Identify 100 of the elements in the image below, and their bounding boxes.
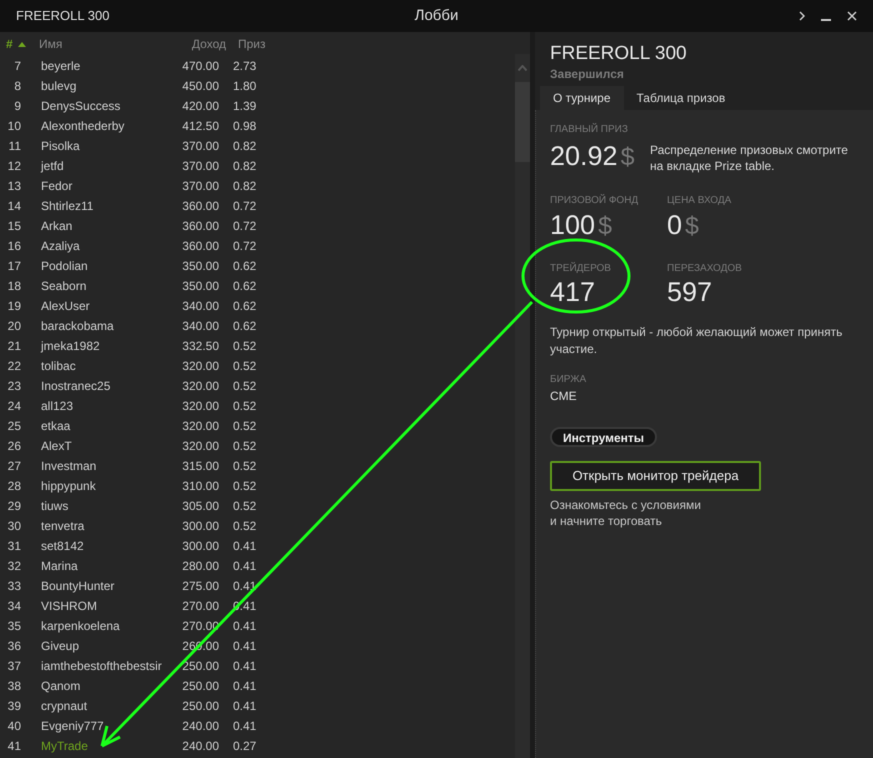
name-cell-text: Shtirlez11 [40, 198, 94, 215]
income-cell-text: 412.50 [181, 118, 219, 135]
scrollbar[interactable] [515, 54, 530, 758]
instruments-button[interactable]: Инструменты [550, 427, 658, 447]
rank-cell-text: 29 [6, 498, 21, 515]
income-cell-text: 360.00 [181, 218, 219, 235]
prize-cell-text: 0.52 [232, 458, 256, 475]
income-cell-text: 300.00 [181, 518, 219, 535]
name-cell-text: Podolian [40, 258, 89, 275]
income-cell-text: 320.00 [181, 418, 219, 435]
exchange-value: CME [550, 388, 578, 405]
prize-cell-text: 0.52 [232, 478, 256, 495]
income-cell-text: 360.00 [181, 198, 219, 215]
name-cell-text: tolibac [40, 358, 77, 375]
prize-cell-text: 0.62 [232, 318, 256, 335]
prize-cell-text: 0.72 [232, 218, 256, 235]
field-label: БИРЖА [550, 373, 588, 387]
prize-cell-text: 1.80 [232, 78, 256, 95]
column-header[interactable]: # [6, 35, 13, 53]
tab[interactable]: Таблица призов [624, 86, 738, 110]
name-cell-text: karpenkoelena [40, 618, 121, 635]
name-cell-text: Alexonthederby [40, 118, 126, 135]
field-label: ГЛАВНЫЙ ПРИЗ [550, 122, 629, 137]
income-cell-text: 305.00 [181, 498, 219, 515]
rank-cell-text: 12 [6, 158, 21, 175]
income-cell-text: 370.00 [181, 158, 219, 175]
name-cell-text: bulevg [40, 78, 78, 95]
prize-cell-text: 0.82 [232, 138, 256, 155]
name-cell-text: Inostranec25 [40, 378, 112, 395]
chevron-right-icon[interactable] [799, 11, 805, 21]
rank-cell-text: 17 [6, 258, 21, 275]
name-cell-text: set8142 [40, 538, 85, 555]
income-cell-text: 270.00 [181, 598, 219, 615]
scrollbar-thumb[interactable] [515, 82, 530, 162]
rank-cell-text: 22 [6, 358, 21, 375]
name-cell-text: Giveup [40, 638, 80, 655]
income-cell-text: 470.00 [181, 58, 219, 75]
sort-up-icon [18, 42, 26, 46]
income-cell-text: 320.00 [181, 438, 219, 455]
rank-cell-text: 14 [6, 198, 21, 215]
rank-cell-text: 18 [6, 278, 21, 295]
income-cell-text: 275.00 [181, 578, 219, 595]
name-cell-text: jetfd [40, 158, 65, 175]
income-cell-text: 340.00 [181, 318, 219, 335]
rank-cell-text: 20 [6, 318, 21, 335]
rank-cell-text: 33 [6, 578, 21, 595]
income-cell-text: 240.00 [181, 718, 219, 735]
income-cell-text: 332.50 [181, 338, 219, 355]
income-cell-text: 320.00 [181, 398, 219, 415]
name-cell-text: Evgeniy777 [40, 718, 105, 735]
name-cell-text: Pisolka [40, 138, 81, 155]
name-cell-text: iamthebestofthebestsir [40, 658, 163, 675]
rank-cell-text: 31 [6, 538, 21, 555]
name-cell-text: AlexT [40, 438, 73, 455]
rank-cell-text: 37 [6, 658, 21, 675]
tab[interactable]: О турнире [540, 86, 624, 110]
name-cell-text: crypnaut [40, 698, 88, 715]
prize-cell-text: 0.62 [232, 298, 256, 315]
stat-value: 417 [550, 276, 596, 308]
stat-value: 100 [550, 208, 596, 240]
prize-cell-text: 0.41 [232, 618, 256, 635]
income-cell-text: 320.00 [181, 358, 219, 375]
rank-cell-text: 28 [6, 478, 21, 495]
stat-value: 0 [667, 208, 682, 240]
name-cell-text: hippypunk [40, 478, 97, 495]
income-cell-text: 240.00 [181, 738, 219, 755]
rank-cell-text: 9 [13, 98, 21, 115]
close-icon[interactable] [847, 11, 857, 21]
name-cell-text: Seaborn [40, 278, 88, 295]
name-cell-text: all123 [40, 398, 74, 415]
income-cell-text: 310.00 [181, 478, 219, 495]
name-cell-text: MyTrade [40, 738, 89, 755]
income-cell-text: 360.00 [181, 238, 219, 255]
rank-cell-text: 35 [6, 618, 21, 635]
prize-cell-text: 0.41 [232, 718, 256, 735]
column-header[interactable]: Приз [238, 35, 266, 53]
window-heading: Лобби [414, 6, 458, 26]
rank-cell-text: 41 [6, 738, 21, 755]
hint-text: и начните торговать [550, 513, 663, 529]
name-cell-text: AlexUser [40, 298, 91, 315]
column-header[interactable]: Имя [39, 35, 62, 53]
income-cell-text: 320.00 [181, 378, 219, 395]
income-cell-text: 420.00 [181, 98, 219, 115]
income-cell-text: 250.00 [181, 698, 219, 715]
rank-cell-text: 8 [13, 78, 21, 95]
prize-cell-text: 0.52 [232, 438, 256, 455]
name-cell-text: beyerle [40, 58, 82, 75]
main-prize-value: 20.92 [550, 140, 618, 172]
rank-cell-text: 27 [6, 458, 21, 475]
prize-cell-text: 0.72 [232, 238, 256, 255]
rank-cell-text: 32 [6, 558, 21, 575]
name-cell-text: tiuws [40, 498, 70, 515]
column-header[interactable]: Доход [192, 35, 226, 53]
field-label: ПЕРЕЗАХОДОВ [667, 262, 743, 276]
name-cell-text: barackobama [40, 318, 115, 335]
income-cell-text: 370.00 [181, 178, 219, 195]
currency-sign: $ [620, 142, 634, 173]
rank-cell-text: 39 [6, 698, 21, 715]
name-cell-text: Qanom [40, 678, 82, 695]
open-monitor-button[interactable]: Открыть монитор трейдера [550, 461, 761, 491]
